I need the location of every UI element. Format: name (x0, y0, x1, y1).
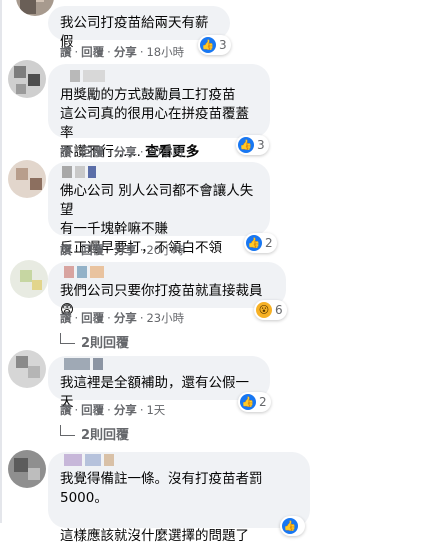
reaction-summary[interactable]: 👍 (280, 516, 305, 536)
thumbs-up-icon: 👍 (240, 394, 256, 410)
comment-text: 我覺得備註一條。沒有打疫苗者罰5000。 這樣應該就沒什麼選擇的問題了 (60, 471, 263, 544)
reaction-count: 2 (265, 236, 273, 250)
reaction-summary[interactable]: 😮 6 (254, 300, 287, 320)
comment-bubble: 佛心公司 別人公司都不會讓人失望 有一千塊幹嘛不賺 反正遲早要打，不領白不領 (48, 162, 270, 256)
reply-link[interactable]: 回覆 (81, 145, 104, 159)
like-link[interactable]: 讚 (60, 311, 72, 325)
view-replies-link[interactable]: 2則回覆 (60, 424, 129, 443)
reply-arrow-icon (60, 425, 75, 436)
reply-link[interactable]: 回覆 (81, 311, 104, 325)
timestamp[interactable]: 23小時 (146, 311, 184, 325)
timestamp[interactable]: 1天 (146, 403, 165, 417)
avatar[interactable] (16, 0, 54, 16)
reaction-count: 2 (259, 395, 267, 409)
avatar[interactable] (8, 350, 46, 388)
reaction-summary[interactable]: 👍 3 (236, 135, 269, 155)
comment-actions: 讚 · 回覆 · 分享 · 20小時 (60, 243, 185, 257)
commenter-name[interactable] (64, 358, 258, 372)
reply-link[interactable]: 回覆 (81, 403, 104, 417)
like-link[interactable]: 讚 (60, 243, 72, 257)
reaction-summary[interactable]: 👍 3 (198, 35, 231, 55)
avatar[interactable] (8, 450, 46, 488)
share-link[interactable]: 分享 (114, 243, 137, 257)
share-link[interactable]: 分享 (114, 45, 137, 59)
comment-actions: 讚 · 回覆 · 分享 · 23小時 (60, 311, 185, 325)
avatar[interactable] (10, 260, 48, 298)
reply-link[interactable]: 回覆 (81, 243, 104, 257)
commenter-name[interactable] (64, 266, 274, 280)
comment-bubble: 我覺得備註一條。沒有打疫苗者罰5000。 這樣應該就沒什麼選擇的問題了 (48, 452, 310, 544)
avatar[interactable] (8, 160, 46, 198)
comment-actions: 讚 · 回覆 · 分享 · 18小時 (60, 45, 185, 59)
commenter-name[interactable] (70, 70, 258, 84)
avatar[interactable] (8, 60, 46, 98)
comment-actions: 讚 · 回覆 · 分享 · 20小時 (60, 145, 185, 159)
thumbs-up-icon: 👍 (246, 235, 262, 251)
comment-bubble: 用獎勵的方式鼓勵員工打疫苗 這公司真的很用心在拼疫苗覆蓋率 不讚不行…… 查看更… (48, 64, 270, 160)
share-link[interactable]: 分享 (114, 403, 137, 417)
timestamp[interactable]: 18小時 (146, 45, 184, 59)
thumbs-up-icon: 👍 (282, 518, 298, 534)
comment-bubble: 我們公司只要你打疫苗就直接裁員😨 (48, 262, 286, 318)
timestamp[interactable]: 20小時 (146, 243, 184, 257)
reply-link[interactable]: 回覆 (81, 45, 104, 59)
share-link[interactable]: 分享 (114, 311, 137, 325)
timestamp[interactable]: 20小時 (146, 145, 184, 159)
comment-bubble: 我公司打疫苗給兩天有薪假 (48, 6, 230, 50)
replies-count: 2則回覆 (81, 428, 130, 443)
share-link[interactable]: 分享 (114, 145, 137, 159)
thread-left-border (0, 0, 2, 523)
comment-actions: 讚 · 回覆 · 分享 · 1天 (60, 403, 166, 417)
reaction-summary[interactable]: 👍 2 (238, 392, 271, 412)
reply-arrow-icon (60, 333, 75, 344)
reaction-summary[interactable]: 👍 2 (244, 233, 277, 253)
reaction-count: 3 (219, 38, 227, 52)
like-link[interactable]: 讚 (60, 403, 72, 417)
view-replies-link[interactable]: 2則回覆 (60, 332, 129, 351)
like-link[interactable]: 讚 (60, 45, 72, 59)
wow-icon: 😮 (256, 302, 272, 318)
reaction-count: 6 (275, 303, 283, 317)
thumbs-up-icon: 👍 (200, 37, 216, 53)
comment-bubble: 我這裡是全額補助，還有公假一天 (48, 356, 270, 410)
replies-count: 2則回覆 (81, 336, 130, 351)
reaction-count: 3 (257, 138, 265, 152)
thumbs-up-icon: 👍 (238, 137, 254, 153)
commenter-name[interactable] (62, 166, 258, 180)
commenter-name[interactable] (64, 454, 298, 468)
like-link[interactable]: 讚 (60, 145, 72, 159)
